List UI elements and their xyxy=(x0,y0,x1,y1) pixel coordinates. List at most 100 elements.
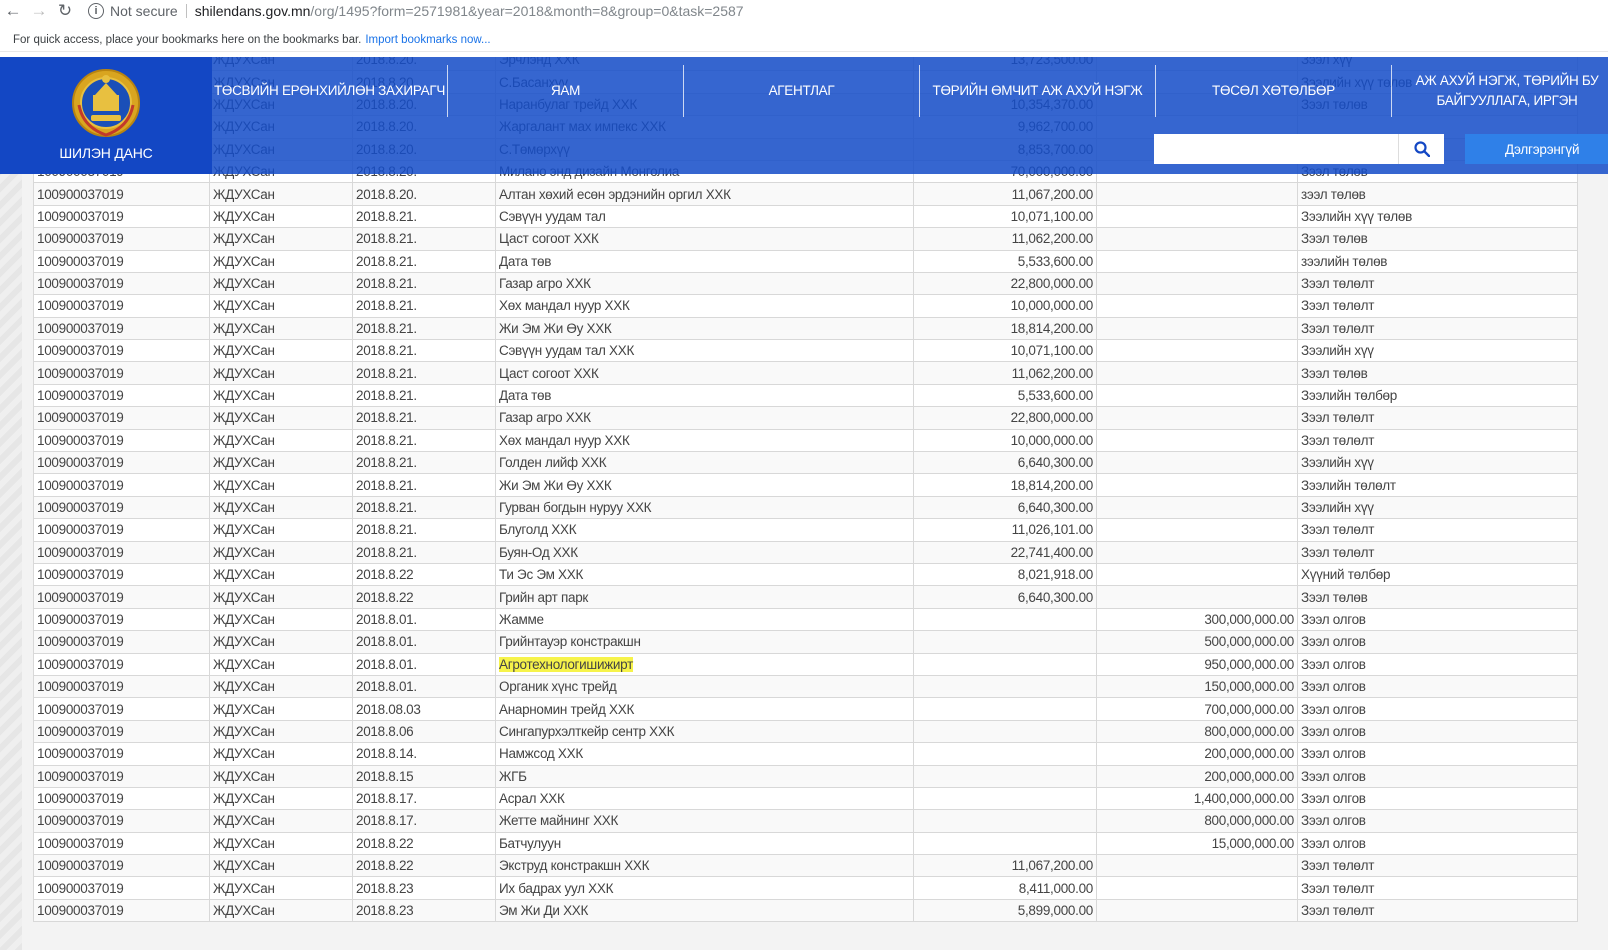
cell-counterparty: Грийн арт парк xyxy=(495,585,914,609)
cell-amount-in: 11,026,101.00 xyxy=(913,518,1097,542)
cell-register-number: 100900037019 xyxy=(33,876,210,900)
cell-counterparty: Буян-Од ХХК xyxy=(495,540,914,564)
forward-arrow-icon[interactable]: → xyxy=(26,0,52,22)
cell-counterparty: Ти Эс Эм ХХК xyxy=(495,562,914,587)
cell-amount-out xyxy=(1096,540,1298,564)
cell-description: Зээл олгов xyxy=(1297,674,1578,699)
cell-amount-out xyxy=(1096,585,1298,609)
cell-amount-out: 950,000,000.00 xyxy=(1096,652,1298,676)
cell-counterparty: Жетте майнинг ХХК xyxy=(495,809,914,833)
table-row: 100900037019 ЖДУХСан 2018.8.23 Эм Жи Ди ХХК… xyxy=(33,898,1578,923)
cell-register-number: 100900037019 xyxy=(33,831,210,856)
not-secure-label: Not secure xyxy=(110,3,178,19)
cell-register-number: 100900037019 xyxy=(33,786,210,811)
cell-register-number: 100900037019 xyxy=(33,719,210,744)
cell-amount-out: 300,000,000.00 xyxy=(1096,607,1298,632)
cell-amount-out xyxy=(1096,316,1298,341)
table-row: 100900037019 ЖДУХСан 2018.8.21. Хөх мандал … xyxy=(33,428,1578,453)
menu-item-projects-programs[interactable]: ТӨСӨЛ ХӨТӨЛБӨР xyxy=(1156,65,1392,117)
table-row: 100900037019 ЖДУХСан 2018.8.21. Жи Эм Жи Өу… xyxy=(33,316,1578,341)
cell-register-number: 100900037019 xyxy=(33,518,210,542)
cell-org-name: ЖДУХСан xyxy=(209,719,353,744)
main-menu: ТӨСВИЙН ЕРӨНХИЙЛӨН ЗАХИРАГЧ ЯАМ АГЕНТЛАГ… xyxy=(212,65,1608,117)
cell-register-number: 100900037019 xyxy=(33,809,210,833)
address-bar[interactable]: i Not secure shilendans.gov.mn/org/1495?… xyxy=(88,0,744,22)
cell-register-number: 100900037019 xyxy=(33,294,210,318)
import-bookmarks-link[interactable]: Import bookmarks now... xyxy=(365,34,490,46)
cell-date: 2018.8.21. xyxy=(352,428,496,453)
site-logo-text: ШИЛЭН ДАНС xyxy=(59,145,153,161)
cell-amount-in: 10,000,000.00 xyxy=(913,428,1097,453)
cell-description: Зээл олгов xyxy=(1297,652,1578,676)
cell-date: 2018.8.22 xyxy=(352,562,496,587)
cell-counterparty: Их бадрах уул ХХК xyxy=(495,876,914,900)
table-row: 100900037019 ЖДУХСан 2018.8.06 Сингапурхэлт… xyxy=(33,719,1578,744)
site-logo[interactable]: ШИЛЭН ДАНС xyxy=(0,57,212,174)
cell-register-number: 100900037019 xyxy=(33,361,210,385)
cell-amount-in: 5,899,000.00 xyxy=(913,898,1097,923)
cell-amount-out: 500,000,000.00 xyxy=(1096,630,1298,654)
cell-amount-in: 11,067,200.00 xyxy=(913,854,1097,878)
menu-item-agencies[interactable]: АГЕНТЛАГ xyxy=(684,65,920,117)
cell-amount-out xyxy=(1096,182,1298,206)
menu-item-ministries[interactable]: ЯАМ xyxy=(448,65,684,117)
cell-org-name: ЖДУХСан xyxy=(209,518,353,542)
cell-counterparty: Эм Жи Ди ХХК xyxy=(495,898,914,923)
cell-date: 2018.8.21. xyxy=(352,473,496,497)
cell-register-number: 100900037019 xyxy=(33,585,210,609)
cell-org-name: ЖДУХСан xyxy=(209,406,353,430)
page-content: 100900037019ЖДУХСан2018.8.20.Эрчлэнд ХХК… xyxy=(0,57,1608,950)
cell-org-name: ЖДУХСан xyxy=(209,271,353,296)
cell-register-number: 100900037019 xyxy=(33,227,210,251)
cell-register-number: 100900037019 xyxy=(33,764,210,788)
menu-item-budget-governors[interactable]: ТӨСВИЙН ЕРӨНХИЙЛӨН ЗАХИРАГЧ xyxy=(212,65,448,117)
cell-register-number: 100900037019 xyxy=(33,383,210,408)
cell-amount-in xyxy=(913,697,1097,721)
cell-amount-in xyxy=(913,742,1097,766)
cell-amount-in: 10,071,100.00 xyxy=(913,339,1097,363)
browser-toolbar: ← → ↻ i Not secure shilendans.gov.mn/org… xyxy=(0,0,1608,22)
info-icon[interactable]: i xyxy=(88,3,104,19)
table-row: 100900037019 ЖДУХСан 2018.8.21. Голден лийф… xyxy=(33,451,1578,475)
cell-amount-in: 22,800,000.00 xyxy=(913,406,1097,430)
transactions-table: 100900037019ЖДУХСан2018.8.20.Эрчлэнд ХХК… xyxy=(33,57,1578,923)
cell-org-name: ЖДУХСан xyxy=(209,182,353,206)
reload-icon[interactable]: ↻ xyxy=(52,0,78,22)
cell-description: Зээлийн хүү xyxy=(1297,339,1578,363)
cell-counterparty: Грийнтауэр констракшн xyxy=(495,630,914,654)
back-arrow-icon[interactable]: ← xyxy=(0,0,26,22)
cell-date: 2018.8.01. xyxy=(352,630,496,654)
cell-register-number: 100900037019 xyxy=(33,428,210,453)
cell-description: Зээл төлөлт xyxy=(1297,316,1578,341)
cell-description: Хүүний төлбөр xyxy=(1297,562,1578,587)
cell-amount-in xyxy=(913,652,1097,676)
search-button[interactable] xyxy=(1398,134,1444,164)
cell-register-number: 100900037019 xyxy=(33,540,210,564)
cell-register-number: 100900037019 xyxy=(33,562,210,587)
cell-amount-in: 11,062,200.00 xyxy=(913,361,1097,385)
cell-amount-in: 8,411,000.00 xyxy=(913,876,1097,900)
cell-counterparty: Экструд констракшн ХХК xyxy=(495,854,914,878)
table-row: 100900037019 ЖДУХСан 2018.8.21. Сэвүүн ууда… xyxy=(33,204,1578,229)
table-row: 100900037019 ЖДУХСан 2018.8.21. Хөх мандал … xyxy=(33,294,1578,318)
cell-counterparty: Асрал ХХК xyxy=(495,786,914,811)
cell-counterparty: Блуголд ХХК xyxy=(495,518,914,542)
cell-register-number: 100900037019 xyxy=(33,204,210,229)
table-row: 100900037019 ЖДУХСан 2018.8.22 Грийн арт па… xyxy=(33,585,1578,609)
cell-amount-out xyxy=(1096,854,1298,878)
cell-counterparty: Дата төв xyxy=(495,383,914,408)
cell-amount-out: 200,000,000.00 xyxy=(1096,742,1298,766)
cell-counterparty: Сэвүүн уудам тал xyxy=(495,204,914,229)
menu-item-businesses-citizens[interactable]: АЖ АХУЙ НЭГЖ, ТӨРИЙН БУ БАЙГУУЛЛАГА, ИРГ… xyxy=(1392,65,1608,117)
search-input[interactable] xyxy=(1154,134,1398,164)
cell-register-number: 100900037019 xyxy=(33,249,210,273)
table-row: 100900037019 ЖДУХСан 2018.8.21. Жи Эм Жи Өу… xyxy=(33,473,1578,497)
table-row: 100900037019 ЖДУХСан 2018.8.21. Дата төв 5,5… xyxy=(33,249,1578,273)
detail-button[interactable]: Дэлгэрэнгүй xyxy=(1465,134,1608,164)
cell-org-name: ЖДУХСан xyxy=(209,764,353,788)
menu-item-state-owned-enterprises[interactable]: ТӨРИЙН ӨМЧИТ АЖ АХУЙ НЭГЖ xyxy=(920,65,1156,117)
cell-date: 2018.8.21. xyxy=(352,227,496,251)
cell-counterparty: Органик хүнс трейд xyxy=(495,674,914,699)
cell-date: 2018.8.01. xyxy=(352,652,496,676)
cell-description: Зээл төлөлт xyxy=(1297,898,1578,923)
